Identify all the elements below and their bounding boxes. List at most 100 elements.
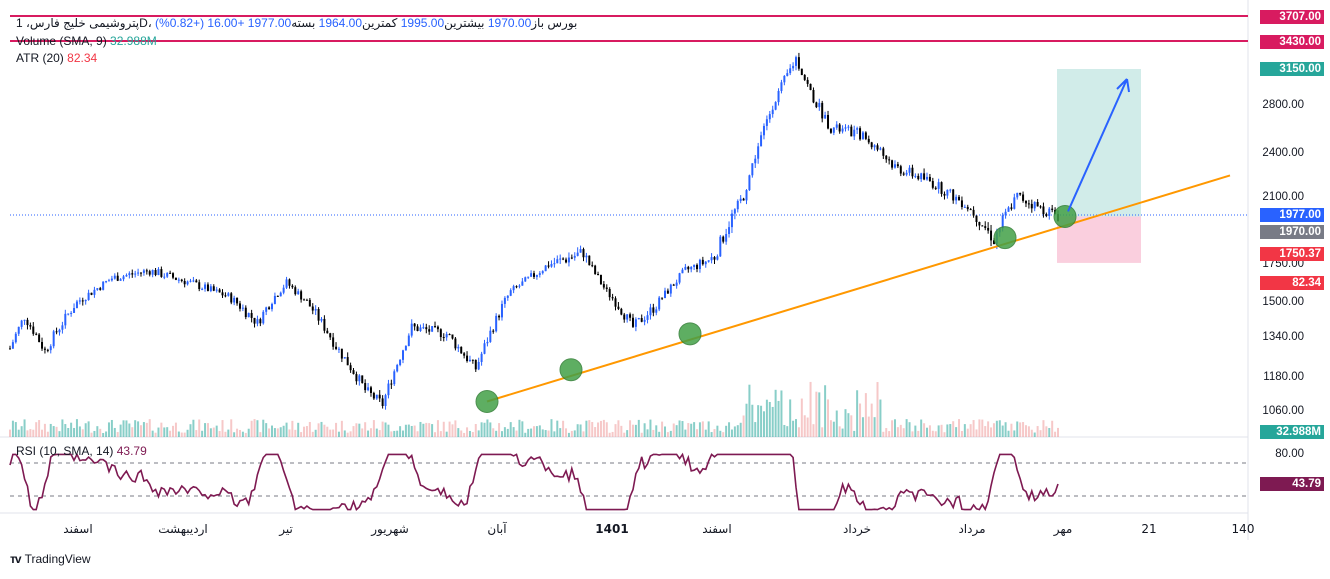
touch-marker-1 [559, 358, 583, 382]
legend-low-label: کمترین [362, 16, 398, 30]
volume-bar [614, 424, 617, 437]
volume-bar [559, 428, 562, 437]
candle-body [29, 325, 32, 327]
volume-bar [186, 429, 189, 437]
volume-bar [410, 425, 413, 437]
candle-body [282, 287, 285, 293]
candle-body [413, 323, 416, 327]
candle-body [803, 75, 806, 80]
volume-bar [457, 428, 460, 437]
volume-bar [492, 428, 495, 437]
price-tick-label: 1500.00 [1262, 296, 1304, 308]
candle-body [713, 257, 716, 260]
candle-body [547, 265, 550, 267]
candle-body [952, 189, 955, 201]
volume-bar [998, 420, 1001, 437]
candle-body [431, 326, 434, 332]
volume-bar [352, 426, 355, 437]
volume-bar [1048, 427, 1051, 437]
candle-body [466, 355, 469, 361]
volume-bar [926, 427, 928, 437]
candle-body [230, 293, 233, 303]
candle-body [390, 383, 393, 385]
candle-body [116, 275, 119, 281]
volume-bar [914, 425, 917, 437]
volume-bar [70, 422, 73, 437]
candle-body [795, 57, 797, 66]
candle-body [1004, 211, 1007, 216]
candle-body [629, 314, 632, 318]
candle-body [122, 276, 125, 280]
candle-body [442, 337, 445, 339]
candle-body [81, 300, 84, 302]
candle-body [154, 270, 157, 276]
candle-body [43, 348, 46, 350]
candle-body [879, 148, 882, 150]
candle-body [719, 236, 722, 257]
volume-bar [1013, 430, 1016, 437]
volume-bar [445, 431, 448, 437]
candle-body [652, 307, 655, 313]
volume-bar [733, 426, 736, 437]
volume-bar [468, 430, 471, 437]
candle-body [730, 213, 733, 228]
chart-canvas[interactable]: 1060.001180.001340.001500.001750.002100.… [0, 0, 1330, 579]
candle-body [454, 338, 457, 349]
candle-body [576, 252, 579, 256]
volume-bar [594, 427, 597, 437]
candle-body [35, 333, 38, 335]
volume-bar [110, 419, 113, 437]
volume-bar [189, 424, 192, 437]
volume-bar [300, 432, 303, 437]
candle-body [914, 175, 917, 177]
volume-bar [987, 421, 990, 437]
candle-body [134, 273, 137, 275]
volume-bar [399, 426, 402, 437]
candle-body [87, 292, 90, 300]
volume-bar [259, 432, 262, 437]
volume-bar [131, 427, 134, 437]
volume-bar [303, 426, 306, 437]
candle-body [602, 284, 605, 288]
volume-bar [949, 424, 952, 437]
candle-body [614, 298, 617, 307]
volume-bar [81, 429, 84, 437]
volume-bar [230, 419, 233, 437]
legend-rsi: RSI (10, SMA, 14) 43.79 [16, 444, 147, 458]
candle-body [777, 90, 780, 103]
volume-bar [46, 431, 49, 437]
volume-bar [757, 405, 760, 437]
legend-high-label: بیشترین [444, 16, 485, 30]
volume-bar [771, 406, 774, 437]
volume-bar [885, 428, 888, 437]
candle-body [757, 146, 760, 159]
time-tick-label: تیر [278, 522, 293, 537]
candle-body [888, 159, 891, 161]
volume-bar [428, 423, 431, 437]
volume-bar [605, 422, 608, 437]
candle-body [841, 128, 844, 132]
volume-bar [620, 425, 623, 437]
volume-bar [436, 420, 439, 437]
volume-bar [9, 429, 11, 437]
candle-body [582, 249, 585, 258]
legend-atr: ATR (20) 82.34 [16, 51, 97, 65]
volume-bar [474, 424, 477, 437]
candle-body [340, 348, 343, 359]
volume-bar [282, 425, 285, 437]
volume-bar [291, 420, 294, 437]
volume-bar [381, 421, 384, 437]
candle-body [1027, 203, 1030, 205]
candle-body [192, 280, 195, 282]
tag-stop: 1750.37 [1260, 247, 1324, 261]
volume-bar [204, 423, 207, 437]
volume-bar [681, 421, 684, 437]
candle-body [806, 79, 809, 84]
volume-bar [236, 428, 239, 437]
candle-body [399, 359, 402, 366]
volume-bar [745, 403, 748, 437]
volume-bar [195, 430, 198, 437]
candle-body [818, 102, 821, 108]
volume-bar [623, 432, 626, 437]
candle-body [847, 126, 850, 128]
